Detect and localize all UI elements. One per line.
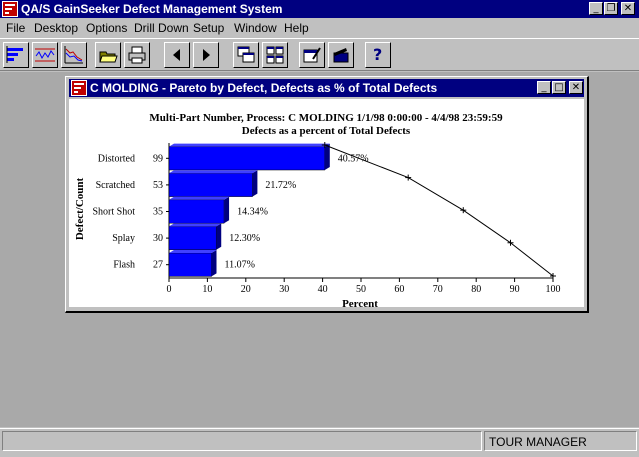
category-label: Flash — [113, 260, 135, 271]
clapper-button[interactable] — [328, 42, 354, 68]
menu-window[interactable]: Window — [234, 21, 277, 35]
close-button[interactable]: ✕ — [621, 2, 635, 15]
status-mode: TOUR MANAGER — [489, 435, 587, 449]
plot-layer: 0 10 20 30 40 50 60 70 80 90 100 Distorted 99 40.57% S… — [92, 142, 561, 295]
chart-window[interactable]: C MOLDING - Pareto by Defect, Defects as… — [65, 76, 589, 313]
bar — [168, 172, 253, 197]
value-label: 12.30% — [229, 233, 260, 244]
chart-window-title-bar[interactable]: C MOLDING - Pareto by Defect, Defects as… — [69, 79, 584, 97]
x-tick-label: 40 — [318, 284, 328, 295]
print-button[interactable] — [124, 42, 150, 68]
bar-side — [216, 223, 222, 250]
edit-chart-button[interactable] — [299, 42, 325, 68]
x-tick-label: 100 — [546, 284, 561, 295]
menu-bar: File Desktop Options Drill Down Setup Wi… — [0, 18, 639, 37]
minimize-button[interactable]: _ — [589, 2, 603, 15]
tile-button[interactable] — [262, 42, 288, 68]
chart-window-icon — [71, 80, 87, 96]
x-tick-label: 60 — [394, 284, 404, 295]
app-logo-icon — [2, 1, 18, 17]
x-tick-label: 20 — [241, 284, 251, 295]
pareto-chart-icon — [6, 46, 23, 63]
value-label: 11.07% — [225, 260, 255, 271]
x-axis-label: Percent — [342, 298, 378, 307]
y-axis-label: Defect/Count — [74, 178, 86, 241]
print-icon — [128, 46, 146, 64]
menu-drill-down[interactable]: Drill Down — [134, 21, 189, 35]
menu-help[interactable]: Help — [284, 21, 309, 35]
status-pane-main — [2, 431, 482, 451]
control-chart-button[interactable] — [32, 42, 58, 68]
x-tick-label: 50 — [356, 284, 366, 295]
x-tick-label: 70 — [433, 284, 443, 295]
x-tick-label: 10 — [202, 284, 212, 295]
chart-title: Multi-Part Number, Process: C MOLDING 1/… — [149, 112, 503, 124]
menu-options[interactable]: Options — [86, 21, 127, 35]
value-label: 14.34% — [237, 207, 268, 218]
value-label: 40.57% — [338, 153, 369, 164]
bar — [168, 199, 225, 224]
bar — [168, 146, 326, 171]
status-bar: TOUR MANAGER — [0, 428, 639, 457]
arrow-left-icon — [173, 49, 180, 61]
bar-top — [169, 143, 330, 147]
bar-side — [224, 196, 230, 224]
toolbar: ? — [0, 38, 639, 71]
tile-windows-icon — [266, 46, 284, 64]
bar-top — [169, 249, 217, 253]
bar-top — [169, 170, 258, 174]
count-label: 99 — [153, 153, 163, 164]
menu-setup[interactable]: Setup — [193, 21, 224, 35]
category-label: Short Shot — [92, 207, 135, 218]
clapper-icon — [333, 48, 349, 63]
bar — [168, 226, 217, 251]
app-title-bar: QA/S GainSeeker Defect Management System… — [0, 0, 639, 18]
previous-button[interactable] — [164, 42, 190, 68]
chart-window-title: C MOLDING - Pareto by Defect, Defects as… — [90, 81, 438, 95]
x-tick-label: 80 — [471, 284, 481, 295]
pareto-chart: Multi-Part Number, Process: C MOLDING 1/… — [74, 112, 561, 310]
category-label: Scratched — [96, 180, 135, 191]
count-label: 27 — [153, 260, 163, 271]
category-label: Splay — [112, 233, 135, 244]
chart-subtitle: Defects as a percent of Total Defects — [242, 125, 411, 137]
chart-maximize-button[interactable]: □ — [552, 81, 566, 94]
chart-close-button[interactable]: ✕ — [569, 81, 583, 94]
restore-button[interactable]: ❐ — [604, 2, 618, 15]
help-icon: ? — [373, 45, 383, 64]
help-button[interactable]: ? — [365, 42, 391, 68]
bar-top — [169, 196, 230, 200]
cumulative-line — [324, 144, 554, 277]
category-label: Distorted — [98, 153, 135, 164]
count-label: 30 — [153, 233, 163, 244]
bar-side — [324, 143, 330, 171]
pareto-chart-button[interactable] — [3, 42, 29, 68]
trend-chart-icon — [64, 46, 83, 64]
next-button[interactable] — [193, 42, 219, 68]
count-label: 35 — [153, 207, 163, 218]
open-button[interactable] — [95, 42, 121, 68]
count-label: 53 — [153, 180, 163, 191]
cascade-button[interactable] — [233, 42, 259, 68]
chart-area: Multi-Part Number, Process: C MOLDING 1/… — [69, 99, 584, 310]
bar-top — [169, 223, 222, 227]
arrow-right-icon — [203, 49, 210, 61]
bar-side — [252, 170, 258, 197]
x-tick-label: 0 — [167, 284, 172, 295]
edit-chart-icon — [303, 47, 321, 63]
app-title: QA/S GainSeeker Defect Management System — [21, 2, 283, 16]
trend-chart-button[interactable] — [61, 42, 87, 68]
open-folder-icon — [99, 51, 118, 63]
control-chart-icon — [35, 48, 55, 62]
bar — [168, 252, 212, 277]
bar-side — [211, 249, 217, 277]
x-tick-label: 30 — [279, 284, 289, 295]
chart-minimize-button[interactable]: _ — [537, 81, 551, 94]
value-label: 21.72% — [265, 180, 296, 191]
menu-desktop[interactable]: Desktop — [34, 21, 78, 35]
status-pane-mode: TOUR MANAGER — [484, 431, 637, 451]
x-tick-label: 90 — [510, 284, 520, 295]
menu-file[interactable]: File — [6, 21, 25, 35]
cascade-windows-icon — [237, 46, 255, 63]
